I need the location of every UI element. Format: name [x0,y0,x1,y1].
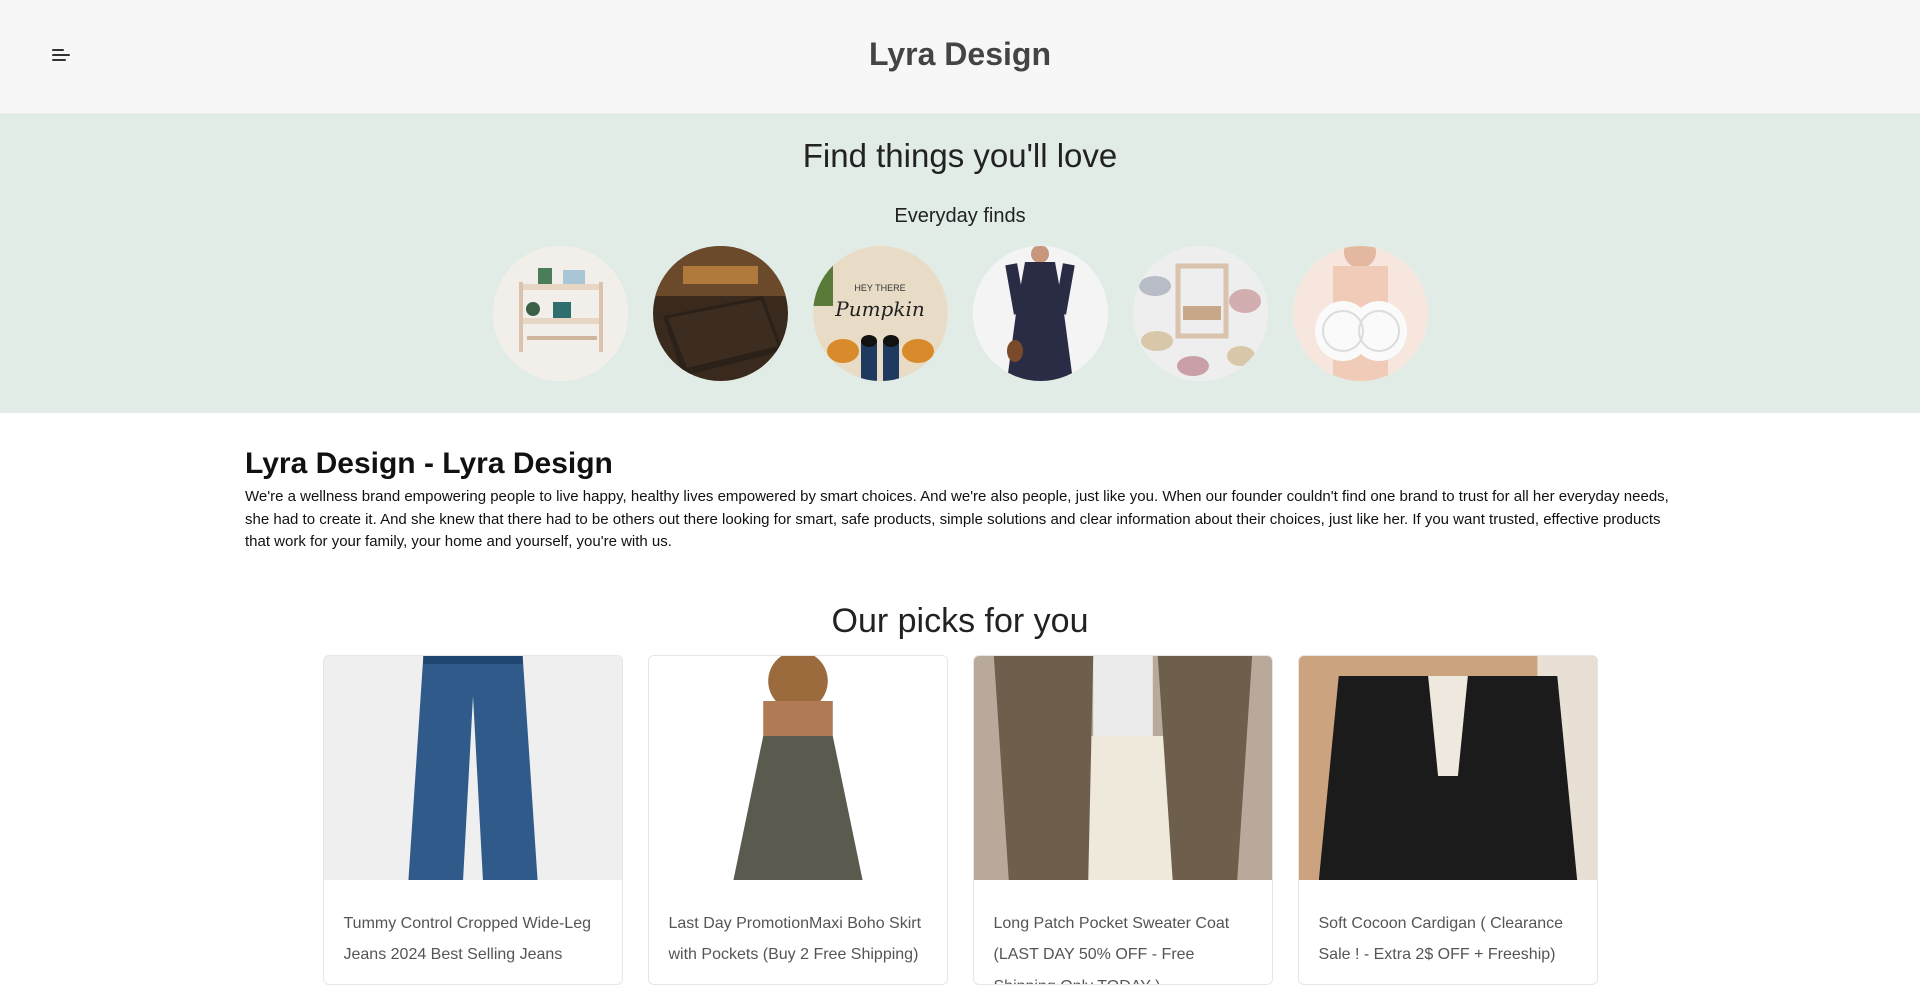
product-card[interactable]: Last Day PromotionMaxi Boho Skirt with P… [647,654,948,985]
product-grid: Tummy Control Cropped Wide-Leg Jeans 202… [0,654,1920,985]
product-title[interactable]: Long Patch Pocket Sweater Coat (LAST DAY… [974,880,1272,984]
picks-title: Our picks for you [831,601,1089,640]
wall-shelf-image [492,246,628,381]
product-title[interactable]: Last Day PromotionMaxi Boho Skirt with P… [649,880,947,971]
lace-bra-image [1292,246,1428,381]
wide-leg-jeans-image[interactable] [323,655,622,880]
category-weaving-loom[interactable] [1132,246,1268,381]
hero-section: Find things you'll love Everyday finds H… [0,114,1920,413]
product-card[interactable]: Tummy Control Cropped Wide-Leg Jeans 202… [322,654,623,985]
boho-dress-image[interactable] [648,655,947,880]
product-title[interactable]: Tummy Control Cropped Wide-Leg Jeans 202… [324,880,622,971]
site-header: Lyra Design [0,0,1920,114]
cocoon-cardigan-image[interactable] [1298,655,1597,880]
category-circles: HEY THERE Pumpkin [0,246,1920,381]
svg-text:Pumpkin: Pumpkin [834,297,925,321]
pumpkin-doormat-image: HEY THERE Pumpkin [812,246,948,381]
category-lace-bra[interactable] [1292,246,1428,381]
about-body: We're a wellness brand empowering people… [245,488,1669,550]
product-card[interactable]: Long Patch Pocket Sweater Coat (LAST DAY… [972,654,1273,985]
brand-title[interactable]: Lyra Design [0,36,1920,73]
hero-subtitle: Everyday finds [894,205,1026,227]
category-wall-shelf[interactable] [492,246,628,381]
sweater-coat-image[interactable] [973,655,1272,880]
about-section: Lyra Design - Lyra Design We're a wellne… [245,413,1675,554]
navy-dress-image [972,246,1108,381]
category-leather-wallet[interactable] [652,246,788,381]
svg-text:HEY THERE: HEY THERE [854,283,905,293]
category-navy-dress[interactable] [972,246,1108,381]
category-pumpkin-doormat[interactable]: HEY THERE Pumpkin [812,246,948,381]
weaving-loom-image [1132,246,1268,381]
leather-wallet-image [652,246,788,381]
about-heading: Lyra Design - Lyra Design [245,447,613,480]
product-title[interactable]: Soft Cocoon Cardigan ( Clearance Sale ! … [1299,880,1597,971]
product-card[interactable]: Soft Cocoon Cardigan ( Clearance Sale ! … [1297,654,1598,985]
hero-title: Find things you'll love [802,137,1118,174]
